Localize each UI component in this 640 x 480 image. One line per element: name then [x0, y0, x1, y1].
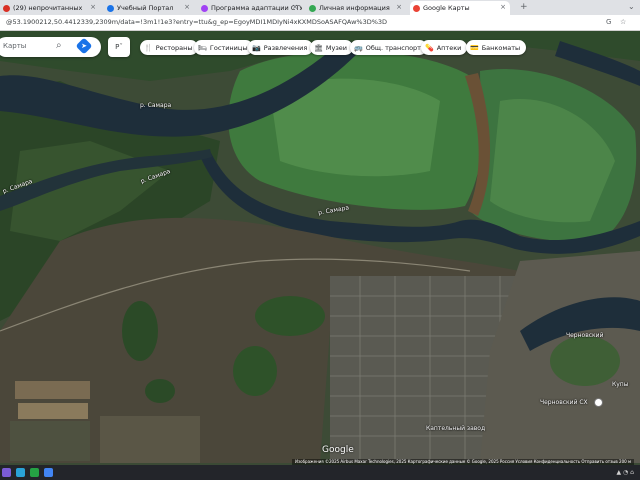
place-label[interactable]: Черновский [566, 332, 603, 339]
mail-favicon-icon [3, 4, 10, 12]
chip-label: Рестораны [155, 43, 193, 52]
chip-label: Общ. транспорт [365, 43, 421, 52]
route-label: Р [115, 43, 120, 51]
chip-entertainment[interactable]: 📷 Развлечения [248, 40, 314, 55]
route-button[interactable]: Рˇ [108, 37, 130, 57]
tab-label: Учебный Портал [117, 4, 174, 12]
personal-favicon-icon [309, 4, 316, 12]
search-box[interactable]: Карты ⌕ ➤ [0, 37, 101, 57]
street-label: Каптельный завод [426, 425, 486, 432]
url-text[interactable]: @53.1900212,50.4412339,2309m/data=!3m1!1… [6, 18, 387, 26]
atm-icon: 💳 [470, 43, 479, 52]
chip-restaurants[interactable]: 🍴 Рестораны [140, 40, 199, 55]
tab-label: Google Карты [423, 4, 470, 12]
google-lens-icon[interactable]: G [606, 18, 611, 26]
place-label[interactable]: Черновский СХ [540, 399, 588, 406]
chip-atms[interactable]: 💳 Банкоматы [466, 40, 527, 55]
os-taskbar: ▲ ◔ ⌂ [0, 465, 640, 480]
telegram-icon[interactable] [16, 468, 25, 477]
chip-museums[interactable]: 🏛 Музеи [310, 40, 354, 55]
close-icon[interactable]: × [396, 3, 402, 11]
restaurant-icon: 🍴 [144, 43, 153, 52]
camera-icon: 📷 [252, 43, 261, 52]
chip-label: Гостиницы [209, 43, 248, 52]
tab-label: Программа адаптации СТУ [211, 4, 302, 12]
tab-label: (29) непрочитанных [13, 4, 83, 12]
close-icon[interactable]: × [90, 3, 96, 11]
chip-label: Музеи [325, 43, 348, 52]
portal-favicon-icon [107, 4, 114, 12]
directions-icon[interactable]: ➤ [75, 37, 93, 55]
close-icon[interactable]: × [292, 3, 298, 11]
whatsapp-icon[interactable] [30, 468, 39, 477]
tab-personal[interactable]: Личная информация × [306, 1, 406, 15]
chip-label: Аптеки [436, 43, 462, 52]
google-logo: Google [322, 445, 354, 455]
museum-icon: 🏛 [314, 43, 323, 52]
address-bar[interactable]: @53.1900212,50.4412339,2309m/data=!3m1!1… [0, 15, 640, 31]
chip-pharmacies[interactable]: 💊 Аптеки [421, 40, 468, 55]
place-pin-icon[interactable] [594, 398, 603, 407]
search-icon[interactable]: ⌕ [56, 40, 62, 51]
chip-transit[interactable]: 🚌 Общ. транспорт [350, 40, 427, 55]
satellite-map[interactable]: р. Самара р. Самара р. Самара р. Самара … [0, 31, 640, 463]
river-label: р. Самара [140, 102, 172, 109]
tab-strip: (29) непрочитанных × Учебный Портал × Пр… [0, 0, 640, 15]
chip-hotels[interactable]: 🛏 Гостиницы [194, 40, 254, 55]
system-tray[interactable]: ▲ ◔ ⌂ [617, 469, 634, 476]
adaptation-favicon-icon [201, 4, 208, 12]
close-icon[interactable]: × [184, 3, 190, 11]
place-label[interactable]: Купы [612, 381, 628, 388]
close-icon[interactable]: × [500, 3, 506, 11]
tab-mail[interactable]: (29) непрочитанных × [0, 1, 100, 15]
new-tab-button[interactable]: + [520, 2, 528, 12]
search-input[interactable]: Карты [3, 42, 26, 50]
chrome-icon[interactable] [44, 468, 53, 477]
bus-icon: 🚌 [354, 43, 363, 52]
pharmacy-icon: 💊 [425, 43, 434, 52]
tab-label: Личная информация [319, 4, 390, 12]
bookmark-star-icon[interactable]: ☆ [620, 18, 626, 26]
app-launcher-icon[interactable] [2, 468, 11, 477]
hotel-icon: 🛏 [198, 43, 207, 52]
tab-google-maps[interactable]: Google Карты × [410, 1, 510, 15]
chip-label: Развлечения [263, 43, 308, 52]
maps-favicon-icon [413, 4, 420, 12]
tab-list-chevron-icon[interactable]: ⌄ [628, 2, 635, 11]
tab-portal[interactable]: Учебный Портал × [104, 1, 194, 15]
chip-label: Банкоматы [481, 43, 521, 52]
tab-adaptation[interactable]: Программа адаптации СТУ × [198, 1, 302, 15]
